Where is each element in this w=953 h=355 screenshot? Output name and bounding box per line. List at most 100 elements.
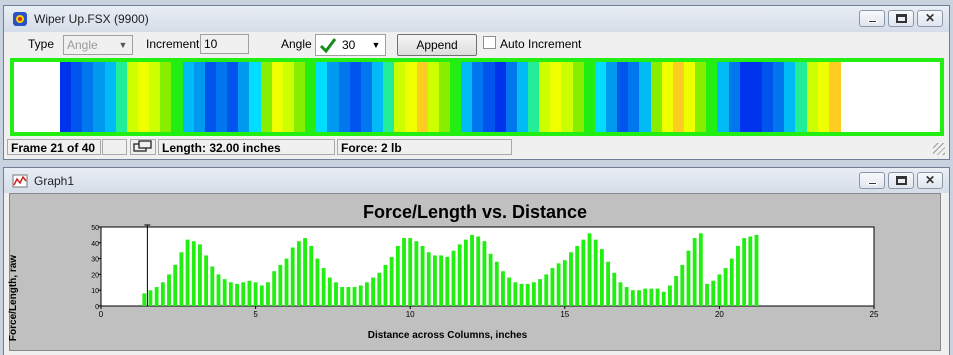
chart-bar xyxy=(439,255,444,306)
type-select[interactable]: Angle ▼ xyxy=(63,35,133,55)
chart-bar xyxy=(729,258,734,306)
strip-cell xyxy=(305,62,317,132)
chart-bar xyxy=(402,238,406,306)
strip-cell xyxy=(784,62,797,132)
type-label: Type xyxy=(28,37,55,51)
frame-toggle-button[interactable] xyxy=(130,139,156,155)
chart-bar xyxy=(680,264,685,306)
chart-bar xyxy=(624,287,629,306)
angle-label: Angle xyxy=(281,37,312,51)
chart-bar xyxy=(519,283,524,306)
chart-bar xyxy=(198,244,202,306)
maximize-button[interactable] xyxy=(888,10,914,27)
chart-bar xyxy=(501,271,505,306)
strip-cell xyxy=(82,62,95,132)
graph-title-bar[interactable]: Graph1 ✕ xyxy=(4,168,949,193)
graph-minimize-button[interactable] xyxy=(859,172,885,189)
auto-increment-checkbox[interactable] xyxy=(483,36,496,49)
strip-cell xyxy=(216,62,228,132)
y-tick-label: 50 xyxy=(91,225,99,232)
strip-cell xyxy=(450,62,462,132)
chart-bar xyxy=(470,234,474,306)
chevron-down-icon: ▼ xyxy=(371,40,381,50)
chart-bar xyxy=(705,283,709,306)
strip-cell xyxy=(93,62,106,132)
strip-cell xyxy=(572,62,585,132)
chart-bar xyxy=(674,275,679,306)
strip-cell xyxy=(438,62,451,132)
chart-bar xyxy=(692,238,697,306)
chart-bar xyxy=(179,252,184,306)
strip-cell xyxy=(650,62,663,132)
minimize-icon xyxy=(868,20,877,23)
chart-bar xyxy=(377,272,382,306)
chart-bar xyxy=(228,282,233,306)
strip-cell xyxy=(316,62,329,132)
frames-icon xyxy=(133,140,152,152)
resize-grip-icon[interactable] xyxy=(933,143,945,155)
graph-close-button[interactable]: ✕ xyxy=(917,172,943,189)
chart-bar xyxy=(457,244,462,306)
main-window: Wiper Up.FSX (9900) ✕ Type Angle ▼ Incre… xyxy=(3,5,950,160)
chart-bar xyxy=(637,290,641,306)
chart-bar xyxy=(550,268,555,306)
strip-cell xyxy=(104,62,117,132)
chart-bar xyxy=(507,277,512,306)
maximize-icon xyxy=(896,176,907,185)
chart-bar xyxy=(154,287,159,306)
strip-cell xyxy=(461,62,473,132)
chart-bar xyxy=(655,288,660,306)
strip-cell xyxy=(126,62,139,132)
chart-bar xyxy=(216,274,221,306)
chart-bar xyxy=(340,287,345,306)
strip-cell xyxy=(271,62,284,132)
chart-bar xyxy=(494,261,499,306)
chart-bar xyxy=(476,236,481,306)
chart-bar xyxy=(148,290,153,306)
force-status: Force: 2 lb xyxy=(337,139,512,155)
chart-bar xyxy=(185,239,190,306)
strip-cell xyxy=(728,62,741,132)
chart-bar xyxy=(587,233,592,306)
chart-bar xyxy=(334,282,338,306)
strip-cell xyxy=(60,62,72,132)
chart-bar xyxy=(433,255,437,306)
strip-cell xyxy=(661,62,674,132)
minimize-button[interactable] xyxy=(859,10,885,27)
x-tick-label: 0 xyxy=(99,310,104,319)
chart-bar xyxy=(531,282,536,306)
chart-bar xyxy=(284,258,289,306)
chart-bar xyxy=(649,288,654,306)
strip-cell xyxy=(160,62,173,132)
graph-maximize-button[interactable] xyxy=(888,172,914,189)
chart-bar xyxy=(426,252,431,306)
chart-bar xyxy=(247,280,252,306)
chart-bar xyxy=(544,274,549,306)
strip-cell xyxy=(204,62,217,132)
close-button[interactable]: ✕ xyxy=(917,10,943,27)
strip-cell xyxy=(739,62,752,132)
chart-bar xyxy=(321,268,326,306)
strip-cell xyxy=(583,62,596,132)
y-tick-label: 0 xyxy=(95,304,99,311)
graph-icon xyxy=(12,174,28,188)
strip-cell xyxy=(171,62,184,132)
strip-cell xyxy=(416,62,429,132)
strip-cell xyxy=(617,62,629,132)
strip-cell xyxy=(594,62,607,132)
append-button[interactable]: Append xyxy=(397,34,477,56)
chart-bar xyxy=(395,245,400,306)
y-tick-label: 20 xyxy=(91,272,99,279)
strip-cell xyxy=(149,62,161,132)
strip-cell xyxy=(516,62,529,132)
increment-input[interactable]: 10 xyxy=(200,34,249,54)
strip-cell xyxy=(639,62,652,132)
strip-cell xyxy=(115,62,128,132)
chart-bar xyxy=(160,282,165,306)
chart-bar xyxy=(309,245,314,306)
main-title-bar[interactable]: Wiper Up.FSX (9900) ✕ xyxy=(4,6,949,32)
strip-cell xyxy=(762,62,774,132)
angle-select[interactable]: 30 ▼ xyxy=(315,34,386,56)
strip-cell xyxy=(505,62,518,132)
chart-bar xyxy=(556,263,561,306)
